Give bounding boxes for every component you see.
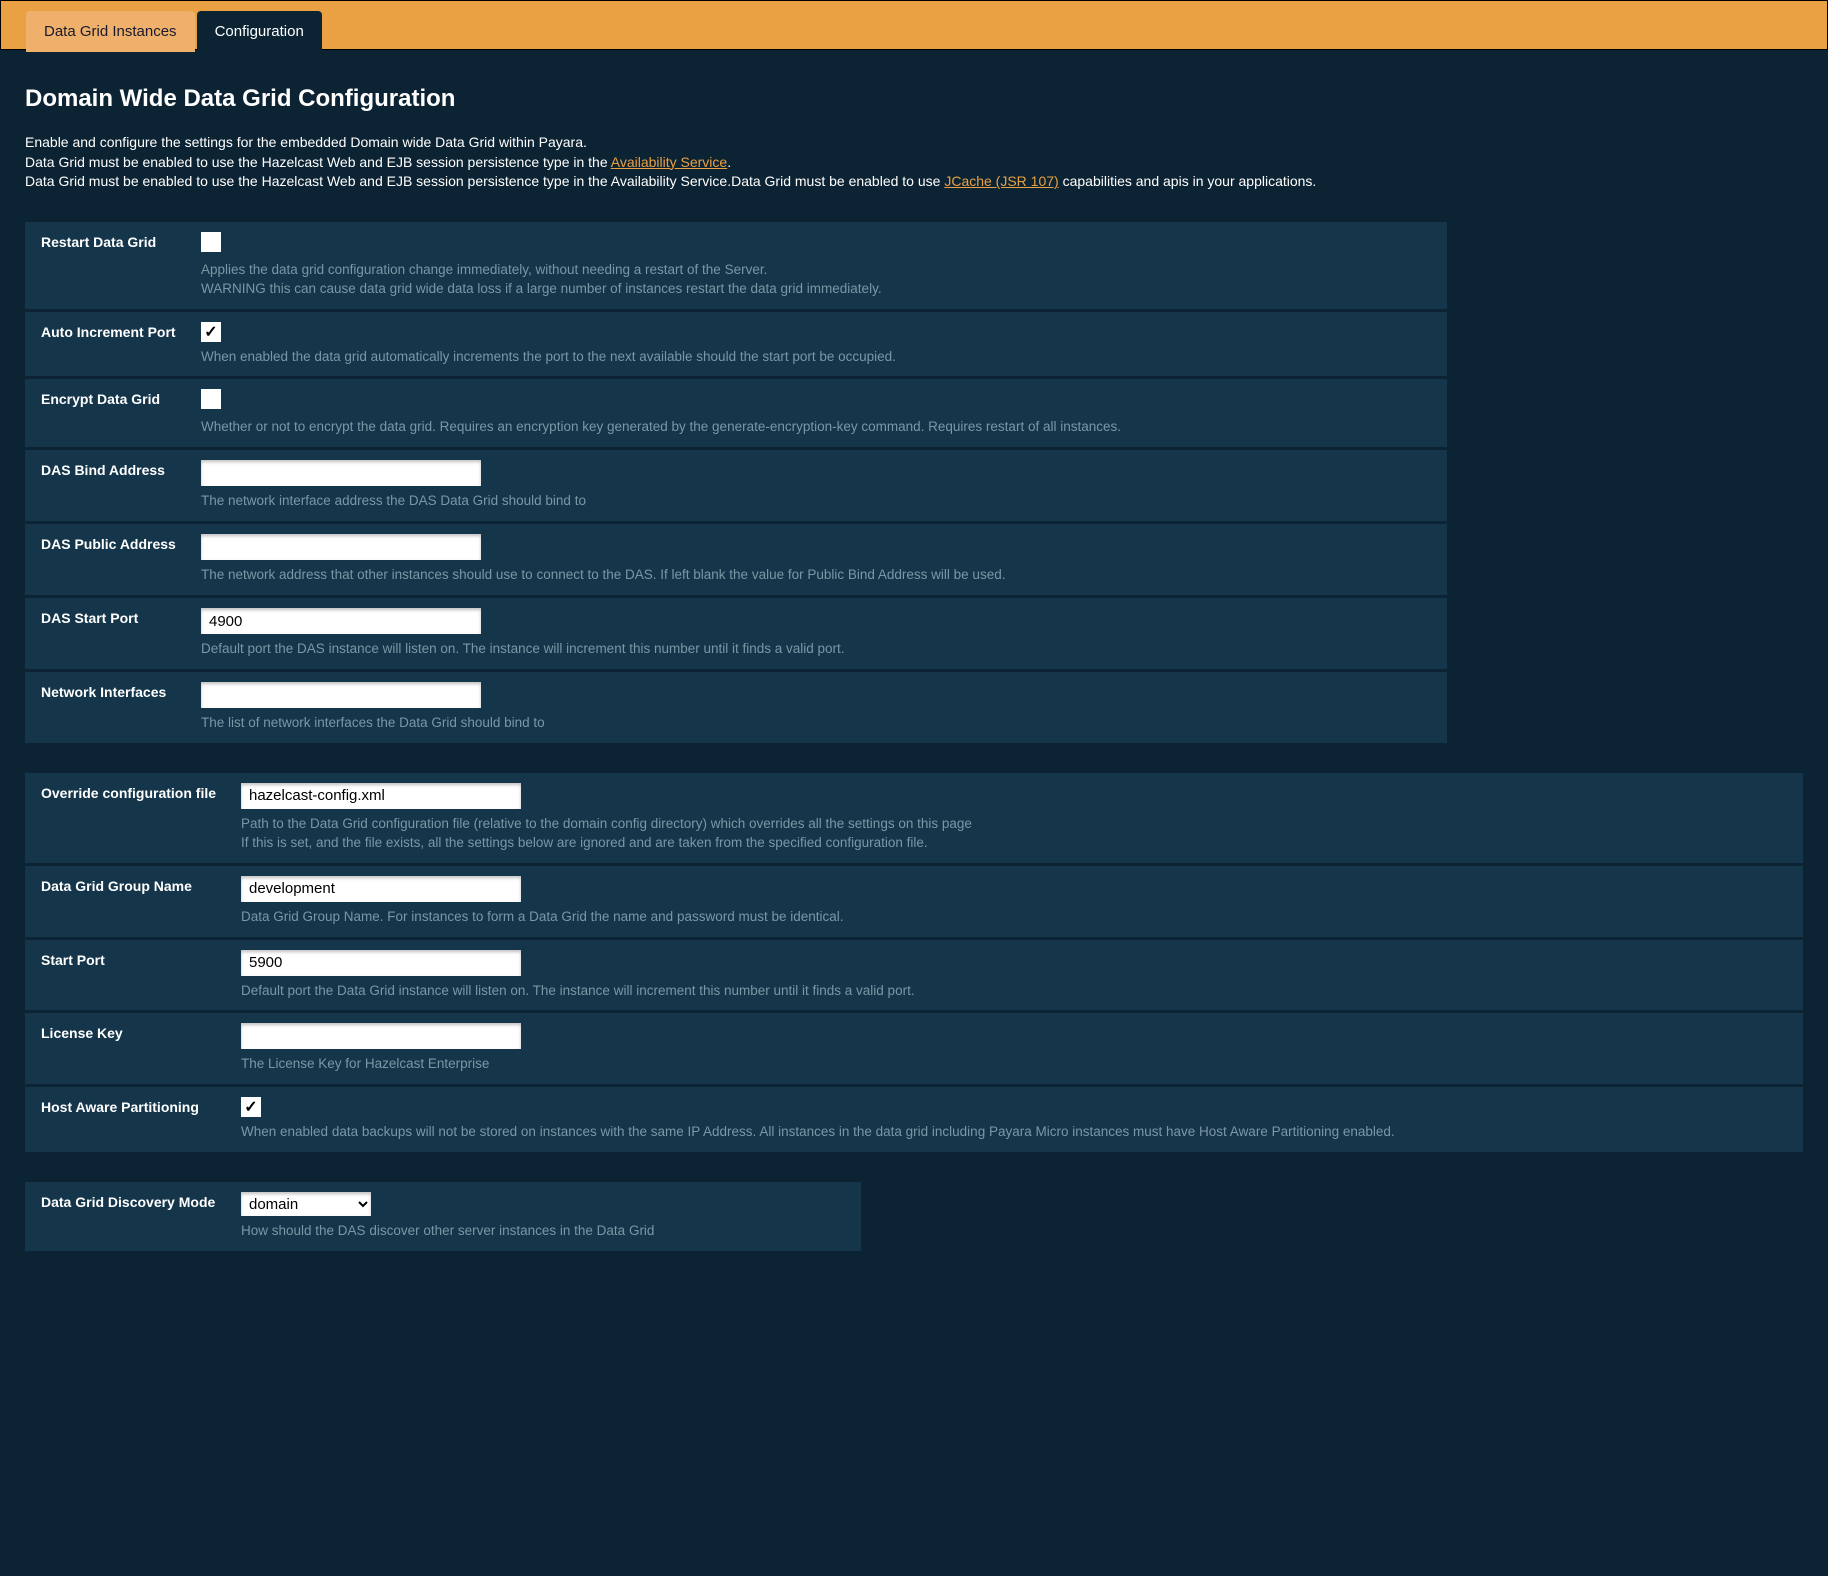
label-das-start-port: DAS Start Port: [41, 608, 201, 626]
row-restart-data-grid: Restart Data Grid Applies the data grid …: [25, 222, 1447, 309]
intro-text: Data Grid must be enabled to use the Haz…: [25, 154, 611, 170]
hint-text: WARNING this can cause data grid wide da…: [201, 280, 1431, 299]
label-auto-increment-port: Auto Increment Port: [41, 322, 201, 340]
hint-text: If this is set, and the file exists, all…: [241, 834, 1787, 853]
tab-configuration[interactable]: Configuration: [197, 11, 322, 52]
select-discovery-mode[interactable]: domain: [241, 1192, 371, 1216]
hint-text: Applies the data grid configuration chan…: [201, 261, 1431, 280]
hint-text: When enabled the data grid automatically…: [201, 348, 1431, 367]
hint-text: Path to the Data Grid configuration file…: [241, 815, 1787, 834]
label-network-interfaces: Network Interfaces: [41, 682, 201, 700]
hint-text: Whether or not to encrypt the data grid.…: [201, 418, 1431, 437]
label-restart-data-grid: Restart Data Grid: [41, 232, 201, 250]
row-group-name: Data Grid Group Name Data Grid Group Nam…: [25, 866, 1803, 937]
input-das-public-address[interactable]: [201, 534, 481, 560]
tab-bar: Data Grid Instances Configuration: [0, 0, 1828, 50]
tab-data-grid-instances[interactable]: Data Grid Instances: [26, 11, 195, 52]
hint-text: How should the DAS discover other server…: [241, 1222, 845, 1241]
input-das-bind-address[interactable]: [201, 460, 481, 486]
intro-text: Enable and configure the settings for th…: [25, 134, 587, 150]
row-discovery-mode: Data Grid Discovery Mode domain How shou…: [25, 1182, 861, 1251]
hint-text: The network interface address the DAS Da…: [201, 492, 1431, 511]
section-discovery: Data Grid Discovery Mode domain How shou…: [25, 1182, 1803, 1251]
label-discovery-mode: Data Grid Discovery Mode: [41, 1192, 241, 1210]
row-auto-increment-port: Auto Increment Port ✓ When enabled the d…: [25, 312, 1447, 377]
row-das-public-address: DAS Public Address The network address t…: [25, 524, 1447, 595]
row-das-bind-address: DAS Bind Address The network interface a…: [25, 450, 1447, 521]
row-das-start-port: DAS Start Port Default port the DAS inst…: [25, 598, 1447, 669]
hint-text: When enabled data backups will not be st…: [241, 1123, 1787, 1142]
checkbox-auto-increment-port[interactable]: ✓: [201, 322, 221, 342]
page-title: Domain Wide Data Grid Configuration: [25, 85, 1803, 113]
link-availability-service[interactable]: Availability Service: [611, 154, 727, 170]
row-encrypt-data-grid: Encrypt Data Grid Whether or not to encr…: [25, 379, 1447, 447]
checkbox-encrypt-data-grid[interactable]: [201, 389, 221, 409]
label-host-aware: Host Aware Partitioning: [41, 1097, 241, 1115]
label-license-key: License Key: [41, 1023, 241, 1041]
hint-text: Data Grid Group Name. For instances to f…: [241, 908, 1787, 927]
input-network-interfaces[interactable]: [201, 682, 481, 708]
input-start-port[interactable]: [241, 950, 521, 976]
checkbox-host-aware[interactable]: ✓: [241, 1097, 261, 1117]
hint-text: The License Key for Hazelcast Enterprise: [241, 1055, 1787, 1074]
hint-text: The list of network interfaces the Data …: [201, 714, 1431, 733]
section-grid: Override configuration file Path to the …: [25, 773, 1803, 1152]
label-group-name: Data Grid Group Name: [41, 876, 241, 894]
hint-text: The network address that other instances…: [201, 566, 1431, 585]
intro-text: capabilities and apis in your applicatio…: [1059, 173, 1317, 189]
row-network-interfaces: Network Interfaces The list of network i…: [25, 672, 1447, 743]
label-encrypt-data-grid: Encrypt Data Grid: [41, 389, 201, 407]
page-content: Domain Wide Data Grid Configuration Enab…: [0, 50, 1828, 1301]
input-license-key[interactable]: [241, 1023, 521, 1049]
page-intro: Enable and configure the settings for th…: [25, 133, 1803, 192]
input-das-start-port[interactable]: [201, 608, 481, 634]
link-jcache[interactable]: JCache (JSR 107): [944, 173, 1058, 189]
label-das-bind-address: DAS Bind Address: [41, 460, 201, 478]
label-start-port: Start Port: [41, 950, 241, 968]
hint-text: Default port the DAS instance will liste…: [201, 640, 1431, 659]
hint-text: Default port the Data Grid instance will…: [241, 982, 1787, 1001]
intro-text: .: [727, 154, 731, 170]
row-start-port: Start Port Default port the Data Grid in…: [25, 940, 1803, 1011]
intro-text: Data Grid must be enabled to use the Haz…: [25, 173, 944, 189]
checkbox-restart-data-grid[interactable]: [201, 232, 221, 252]
row-host-aware: Host Aware Partitioning ✓ When enabled d…: [25, 1087, 1803, 1152]
label-override-config-file: Override configuration file: [41, 783, 241, 801]
label-das-public-address: DAS Public Address: [41, 534, 201, 552]
input-override-config-file[interactable]: [241, 783, 521, 809]
section-das: Restart Data Grid Applies the data grid …: [25, 222, 1803, 743]
row-override-config-file: Override configuration file Path to the …: [25, 773, 1803, 863]
input-group-name[interactable]: [241, 876, 521, 902]
row-license-key: License Key The License Key for Hazelcas…: [25, 1013, 1803, 1084]
